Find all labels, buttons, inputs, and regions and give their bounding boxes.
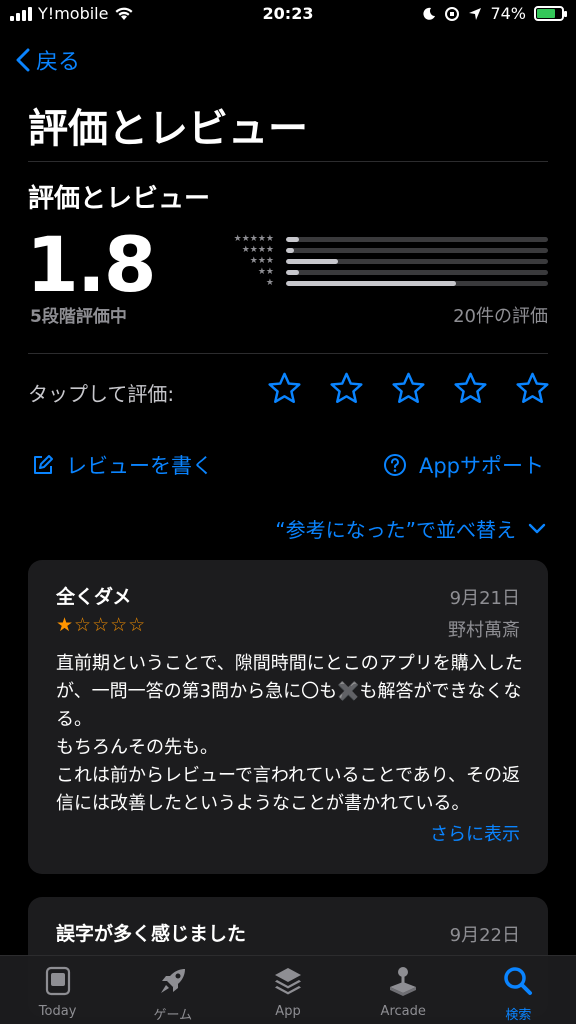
rate-star-4-icon[interactable] bbox=[452, 370, 489, 407]
histogram-fill-3 bbox=[286, 259, 339, 264]
histogram-stars-4: ★★★★ bbox=[241, 245, 274, 255]
rating-count: 20件の評価 bbox=[453, 306, 548, 327]
question-circle-icon bbox=[383, 454, 406, 476]
divider bbox=[28, 353, 548, 354]
review-date: 9月22日 bbox=[449, 925, 520, 946]
today-icon bbox=[45, 966, 70, 996]
write-review-label: レビューを書く bbox=[66, 454, 213, 478]
histogram-row-2: ★★ bbox=[212, 267, 548, 278]
review-card[interactable]: 全くダメ 9月21日 ★☆☆☆☆ 野村萬斎 直前期ということで、隙間時間にとこの… bbox=[28, 560, 548, 874]
orientation-lock-icon bbox=[445, 6, 460, 21]
review-author: 野村萬斎 bbox=[448, 620, 520, 641]
chevron-down-icon bbox=[528, 523, 546, 533]
app-support-button[interactable]: Appサポート bbox=[383, 450, 544, 480]
status-bar: Y!mobile 20:23 74% bbox=[0, 0, 576, 30]
histogram-row-4: ★★★★ bbox=[212, 245, 548, 256]
divider bbox=[28, 161, 548, 162]
histogram-fill-2 bbox=[286, 270, 300, 275]
search-icon bbox=[504, 967, 533, 995]
rating-histogram: ★★★★★ ★★★★ ★★★ ★★ ★ bbox=[212, 234, 548, 289]
chevron-left-icon bbox=[16, 48, 30, 72]
back-button[interactable]: 戻る bbox=[16, 44, 80, 76]
histogram-row-5: ★★★★★ bbox=[212, 234, 548, 245]
histogram-stars-1: ★ bbox=[265, 278, 274, 288]
review-title: 全くダメ bbox=[56, 586, 132, 608]
battery-percent: 74% bbox=[490, 4, 526, 23]
histogram-stars-2: ★★ bbox=[257, 267, 274, 277]
tap-to-rate-stars bbox=[266, 370, 551, 407]
average-rating: 1.8 bbox=[26, 220, 157, 309]
tab-today[interactable]: Today bbox=[0, 956, 115, 1024]
location-icon bbox=[469, 7, 482, 20]
review-stars-filled: ★ bbox=[56, 614, 75, 636]
rate-star-3-icon[interactable] bbox=[390, 370, 427, 407]
tab-games[interactable]: ゲーム bbox=[115, 956, 230, 1024]
tab-arcade-label: Arcade bbox=[380, 1004, 426, 1019]
review-title: 誤字が多く感じました bbox=[56, 923, 247, 945]
status-right: 74% bbox=[422, 4, 567, 23]
histogram-row-3: ★★★ bbox=[212, 256, 548, 267]
review-stars-empty: ☆☆☆☆ bbox=[74, 614, 147, 636]
moon-icon bbox=[423, 7, 436, 20]
sort-button[interactable]: “参考になった”で並べ替え bbox=[275, 514, 546, 543]
histogram-stars-3: ★★★ bbox=[249, 256, 274, 266]
tab-today-label: Today bbox=[38, 1004, 77, 1019]
review-stars: ★☆☆☆☆ bbox=[56, 614, 146, 636]
histogram-stars-5: ★★★★★ bbox=[233, 234, 274, 244]
write-review-button[interactable]: レビューを書く bbox=[32, 450, 213, 480]
histogram-fill-5 bbox=[286, 237, 300, 242]
show-more-link[interactable]: さらに表示 bbox=[418, 820, 520, 846]
rate-star-5-icon[interactable] bbox=[514, 370, 551, 407]
review-body: 直前期ということで、隙間時間にとこのアプリを購入したが、一問一答の第3問から急に… bbox=[56, 653, 523, 814]
rocket-icon bbox=[160, 969, 185, 993]
battery-icon bbox=[534, 6, 567, 21]
tab-search-label: 検索 bbox=[505, 1008, 532, 1023]
rate-star-1-icon[interactable] bbox=[266, 370, 303, 407]
tab-bar: Today ゲーム App Arcade 検索 bbox=[0, 955, 576, 1024]
review-date: 9月21日 bbox=[449, 588, 520, 609]
tab-arcade[interactable]: Arcade bbox=[346, 956, 461, 1024]
app-support-label: Appサポート bbox=[418, 454, 544, 478]
tab-apps[interactable]: App bbox=[230, 956, 345, 1024]
out-of-label: 5段階評価中 bbox=[30, 307, 127, 327]
joystick-icon bbox=[390, 967, 417, 996]
compose-icon bbox=[34, 455, 53, 474]
tab-apps-label: App bbox=[275, 1004, 301, 1019]
layers-icon bbox=[275, 968, 301, 995]
histogram-row-1: ★ bbox=[212, 278, 548, 289]
tab-search[interactable]: 検索 bbox=[461, 956, 576, 1024]
tab-games-label: ゲーム bbox=[153, 1008, 193, 1023]
page-title: 評価とレビュー bbox=[28, 106, 308, 152]
tap-to-rate-label: タップして評価: bbox=[28, 382, 175, 406]
ratings-section-title: 評価とレビュー bbox=[28, 184, 211, 214]
sort-label: “参考になった”で並べ替え bbox=[275, 518, 516, 542]
histogram-fill-4 bbox=[286, 248, 294, 253]
histogram-fill-1 bbox=[286, 281, 457, 286]
back-label: 戻る bbox=[36, 50, 81, 75]
rate-star-2-icon[interactable] bbox=[328, 370, 365, 407]
